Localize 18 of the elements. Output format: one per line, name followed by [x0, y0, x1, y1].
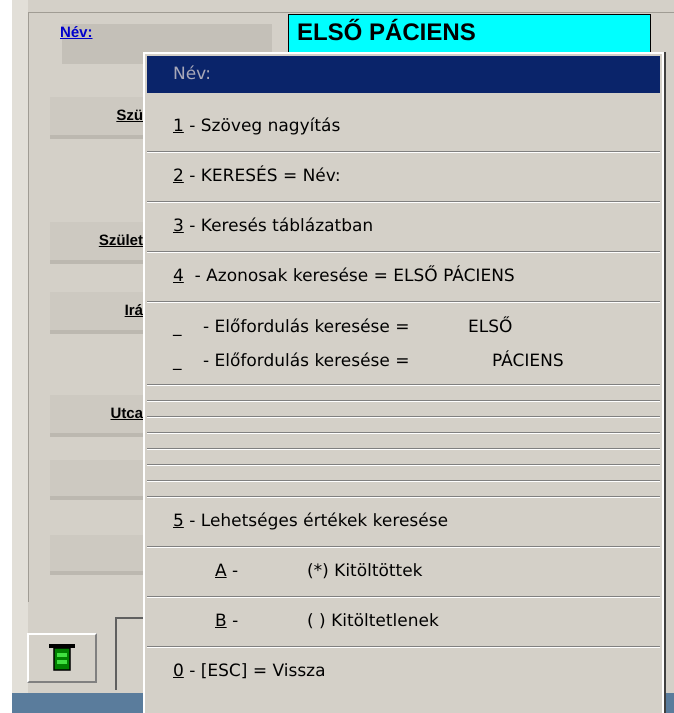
menu-item[interactable]: _ - Előfordulás keresése = PÁCIENS	[173, 350, 660, 372]
field-label: Szület	[98, 231, 143, 251]
menu-item[interactable]: 1 - Szöveg nagyítás	[147, 103, 660, 151]
toolbar-button[interactable]	[27, 633, 97, 683]
field-label: Irá	[124, 301, 143, 321]
field-label: Utca	[110, 404, 143, 424]
menu-item[interactable]: 2 - KERESÉS = Név:	[147, 153, 660, 201]
filter-icon	[49, 644, 75, 672]
name-link[interactable]: Név:	[60, 22, 93, 44]
menu-item[interactable]: 0 - [ESC] = Vissza	[147, 648, 660, 696]
menu-item[interactable]: 5 - Lehetséges értékek keresése	[147, 498, 660, 546]
field-label: Szü	[116, 106, 143, 126]
menu-item[interactable]: 4 - Azonosak keresése = ELSŐ PÁCIENS	[147, 253, 660, 301]
menu-title: Név:	[147, 56, 660, 93]
menu-item[interactable]: _ - Előfordulás keresése = ELSŐ	[173, 316, 660, 338]
menu-item[interactable]: A - (*) Kitöltöttek	[147, 548, 660, 596]
menu-item[interactable]: 3 - Keresés táblázatban	[147, 203, 660, 251]
menu-item[interactable]: B - ( ) Kitöltetlenek	[147, 598, 660, 646]
